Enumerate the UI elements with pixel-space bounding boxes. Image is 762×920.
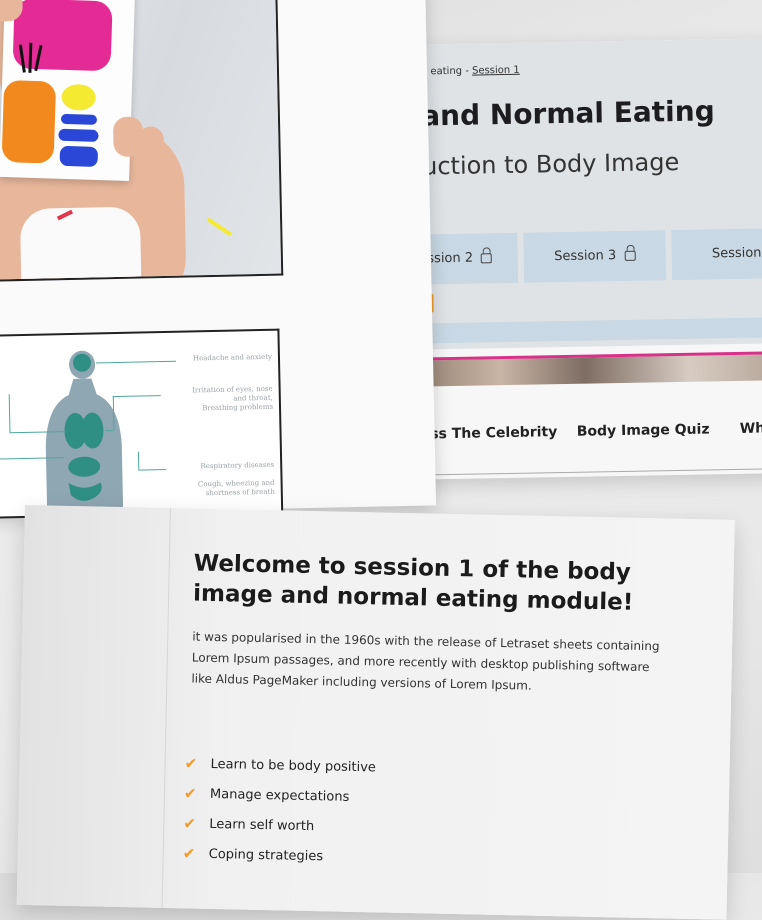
lock-icon bbox=[624, 250, 636, 261]
learning-goals: ✔ Learn to be body positive ✔ Manage expec… bbox=[182, 748, 377, 872]
banner-photo bbox=[395, 350, 762, 387]
diagram-label: Cough, wheezing and shortness of breath bbox=[197, 478, 275, 498]
list-item: ✔ Learn self worth bbox=[183, 808, 375, 842]
tab-session-3[interactable]: Session 3 bbox=[523, 230, 667, 283]
breadcrumb-prefix: l eating - bbox=[424, 65, 473, 78]
tab-label: Session bbox=[711, 245, 762, 262]
checkmark-icon: ✔ bbox=[184, 754, 198, 773]
goal-label: Learn to be body positive bbox=[210, 756, 377, 775]
welcome-panel: Welcome to session 1 of the body image a… bbox=[16, 505, 735, 920]
breadcrumb-link[interactable]: Session 1 bbox=[472, 65, 520, 77]
tab-label: Session 3 bbox=[554, 248, 617, 265]
session-title: uction to Body Image bbox=[421, 147, 680, 181]
body-diagram: Headache and anxiety Irritation of eyes,… bbox=[0, 328, 284, 519]
painted-paper bbox=[0, 0, 136, 181]
checkmark-icon: ✔ bbox=[183, 784, 197, 803]
goal-label: Manage expectations bbox=[209, 786, 350, 805]
welcome-title: Welcome to session 1 of the body image a… bbox=[192, 550, 634, 616]
course-header: l eating - Session 1 and Normal Eating u… bbox=[390, 37, 762, 350]
checkmark-icon: ✔ bbox=[182, 844, 196, 863]
tab-session-4[interactable]: Session bbox=[671, 227, 762, 281]
nav-body-image-quiz[interactable]: Body Image Quiz bbox=[577, 421, 710, 439]
divider bbox=[161, 508, 171, 908]
nav-what[interactable]: Wha bbox=[740, 420, 762, 437]
goal-label: Coping strategies bbox=[208, 846, 324, 864]
progress-bar bbox=[411, 316, 762, 344]
session-tabs: ession 2 Session 3 Session bbox=[393, 227, 762, 285]
course-panel: l eating - Session 1 and Normal Eating u… bbox=[390, 37, 762, 480]
module-title: and Normal Eating bbox=[420, 94, 715, 133]
media-card: Headache and anxiety Irritation of eyes,… bbox=[0, 0, 437, 519]
list-item: ✔ Learn to be body positive bbox=[184, 748, 376, 782]
hero-photo bbox=[0, 0, 284, 282]
checkmark-icon: ✔ bbox=[183, 814, 197, 833]
lock-icon bbox=[481, 252, 493, 263]
breadcrumb: l eating - Session 1 bbox=[424, 65, 519, 78]
welcome-body: it was popularised in the 1960s with the… bbox=[191, 629, 660, 693]
activity-nav: uess The Celebrity Body Image Quiz Wha bbox=[396, 419, 762, 476]
list-item: ✔ Coping strategies bbox=[182, 838, 374, 872]
list-item: ✔ Manage expectations bbox=[184, 778, 376, 812]
goal-label: Learn self worth bbox=[209, 816, 315, 834]
diagram-label: Irritation of eyes, nose and throat, Bre… bbox=[192, 384, 274, 413]
